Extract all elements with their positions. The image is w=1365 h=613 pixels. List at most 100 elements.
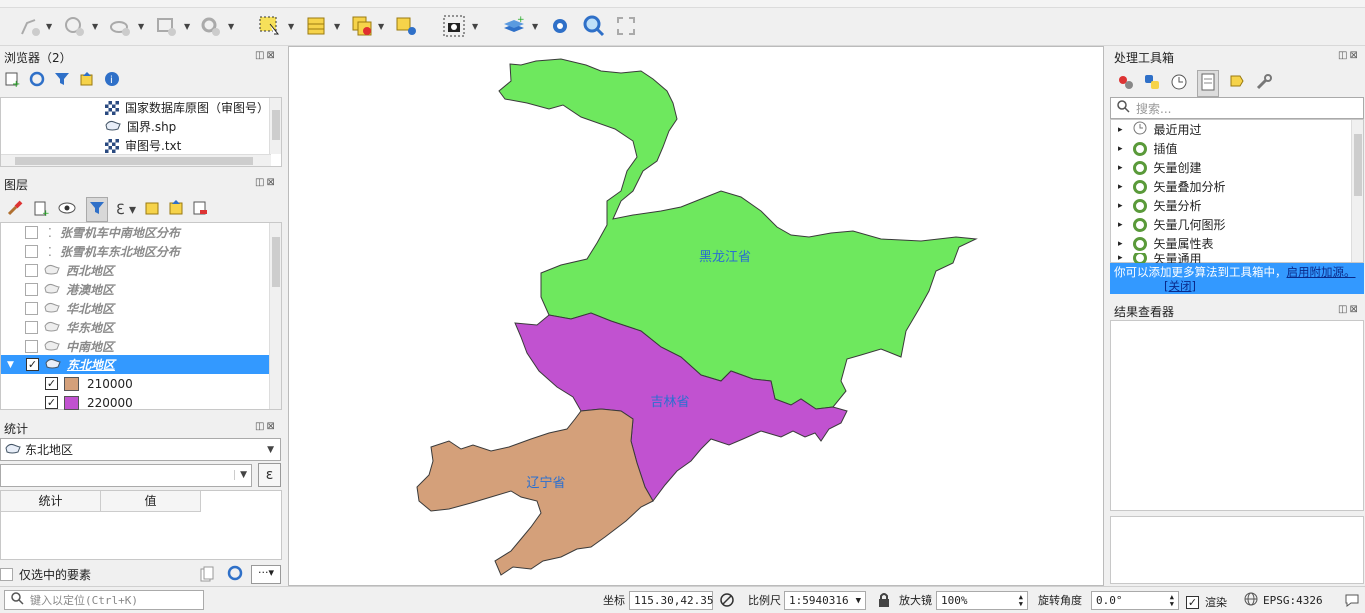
expression-filter-icon[interactable]: ℇ ▾ [116,202,136,218]
results-doc-icon[interactable] [1197,70,1219,97]
spinner-icon[interactable]: ▲ ▼ [1170,593,1174,608]
fullscreen-icon[interactable] [612,12,640,40]
layer-checkbox[interactable] [25,283,38,296]
copy-icon[interactable] [200,566,214,585]
style-brush-icon[interactable] [6,199,24,220]
browser-vscroll[interactable] [269,98,281,154]
layer-item[interactable]: ⁚ 张雪机车中南地区分布 [25,223,180,242]
stats-column-header[interactable]: 统计 [1,491,101,512]
render-checkbox[interactable]: ✓ [1186,595,1199,609]
screenshot-icon[interactable] [440,12,468,40]
processing-item[interactable]: ▸ 矢量通用 [1118,253,1202,263]
layer-checkbox[interactable]: ✓ [25,358,39,371]
value-column-header[interactable]: 值 [101,491,201,512]
annotation-icon[interactable] [152,12,180,40]
layer-item[interactable]: 西北地区 [25,261,114,280]
layer-item-selected[interactable]: ▼ ✓ 东北地区 [1,355,269,374]
lock-icon[interactable] [877,592,891,611]
coord-field[interactable]: 115.30,42.35 [629,591,713,610]
visibility-eye-icon[interactable] [58,200,78,219]
expand-all-icon[interactable] [144,200,160,219]
scale-field[interactable]: 1:5940316 ▼ [784,591,866,610]
layer-checkbox[interactable] [25,302,38,315]
gear-plugin-icon[interactable] [196,12,224,40]
layer-item[interactable]: 华北地区 [25,299,114,318]
cloud-tool-icon[interactable] [106,12,134,40]
crs-indicator[interactable]: EPSG:4326 [1244,592,1323,609]
browser-item[interactable]: 审图号.txt [105,136,181,155]
layer-item[interactable]: 华东地区 [25,318,114,337]
models-gear-icon[interactable] [1116,73,1134,94]
processing-item[interactable]: ▸ 矢量创建 [1118,158,1202,177]
digitize-line-icon[interactable] [16,12,44,40]
coord-toggle-icon[interactable] [718,591,736,612]
add-selected-icon[interactable]: + [4,71,20,90]
panel-window-buttons[interactable]: ◫⊠ [255,421,277,432]
python-scripts-icon[interactable] [1143,73,1161,94]
legend-item[interactable]: ✓ 210000 [45,374,133,393]
select-features-icon[interactable] [256,12,284,40]
layer-item[interactable]: ⁚ 张雪机车东北地区分布 [25,242,180,261]
add-group-icon[interactable]: + [32,199,50,220]
layer-checkbox[interactable] [25,340,38,353]
legend-checkbox[interactable]: ✓ [45,396,58,409]
spinner-icon[interactable]: ▲ ▼ [1019,593,1023,608]
layer-checkbox[interactable] [25,264,38,277]
panel-window-buttons[interactable]: ◫⊠ [255,50,277,61]
layer-checkbox[interactable] [25,321,38,334]
processing-vscroll[interactable] [1351,120,1363,262]
layer-item[interactable]: 港澳地区 [25,280,114,299]
layer-item[interactable]: 中南地区 [25,337,114,356]
filter-legend-icon[interactable] [86,197,108,222]
settings-gear-icon[interactable] [546,12,574,40]
stats-field-combo[interactable]: ▼ [0,464,252,487]
info-icon[interactable]: i [104,71,120,90]
more-options-button[interactable]: ···▾ [251,565,281,584]
close-banner-link[interactable]: [关闭] [1164,279,1196,293]
expression-button[interactable]: ε [258,463,281,487]
selected-only-toggle[interactable]: 仅选中的要素 [0,566,91,583]
processing-item[interactable]: ▸ 最近用过 [1118,120,1202,139]
selected-only-checkbox[interactable] [0,568,13,581]
panel-window-buttons[interactable]: ◫⊠ [255,177,277,188]
collapse-all-icon[interactable] [79,71,95,90]
attribute-table-icon[interactable] [302,12,330,40]
processing-item[interactable]: ▸ 插值 [1118,139,1178,158]
edit-rendering-icon[interactable] [1228,73,1246,94]
panel-window-buttons[interactable]: ◫⊠ [1338,50,1360,61]
magnifier-field[interactable]: 100% ▲ ▼ [936,591,1028,610]
browser-item[interactable]: 国界.shp [105,117,176,136]
layer-checkbox[interactable] [25,245,38,258]
enable-sources-link[interactable]: 启用附加源。 [1287,265,1356,279]
options-wrench-icon[interactable] [1255,73,1273,94]
messages-icon[interactable] [1344,592,1360,611]
map-canvas[interactable]: 黑龙江省 吉林省 辽宁省 [288,46,1104,586]
history-clock-icon[interactable] [1170,73,1188,94]
layers-vscroll[interactable] [269,223,281,409]
liaoning-polygon[interactable] [416,408,654,576]
browser-hscroll[interactable] [1,154,271,166]
stats-layer-select[interactable]: 东北地区 ▼ [0,438,281,461]
filter-icon[interactable] [54,71,70,90]
deselect-icon[interactable] [348,12,376,40]
refresh-icon[interactable] [227,565,243,584]
search-zoom-icon[interactable] [580,12,608,40]
add-layer-stack-icon[interactable]: + [500,12,528,40]
select-vertex-icon[interactable] [60,12,88,40]
processing-item[interactable]: ▸ 矢量叠加分析 [1118,177,1226,196]
legend-checkbox[interactable]: ✓ [45,377,58,390]
rotation-field[interactable]: 0.0° ▲ ▼ [1091,591,1179,610]
processing-item[interactable]: ▸ 矢量几何图形 [1118,215,1226,234]
expand-arrow-icon[interactable]: ▼ [7,360,14,370]
locator-input[interactable]: 键入以定位(Ctrl+K) [4,590,204,610]
render-toggle[interactable]: ✓ 渲染 [1186,594,1227,610]
layer-checkbox[interactable] [25,226,38,239]
refresh-icon[interactable] [29,71,45,90]
processing-item[interactable]: ▸ 矢量属性表 [1118,234,1214,253]
legend-item[interactable]: ✓ 220000 [45,393,133,412]
collapse-all-icon[interactable] [168,200,184,219]
remove-layer-icon[interactable] [192,200,208,219]
identify-location-icon[interactable] [392,12,420,40]
browser-item[interactable]: 国家数据库原图（审图号） [105,98,269,117]
processing-item[interactable]: ▸ 矢量分析 [1118,196,1202,215]
